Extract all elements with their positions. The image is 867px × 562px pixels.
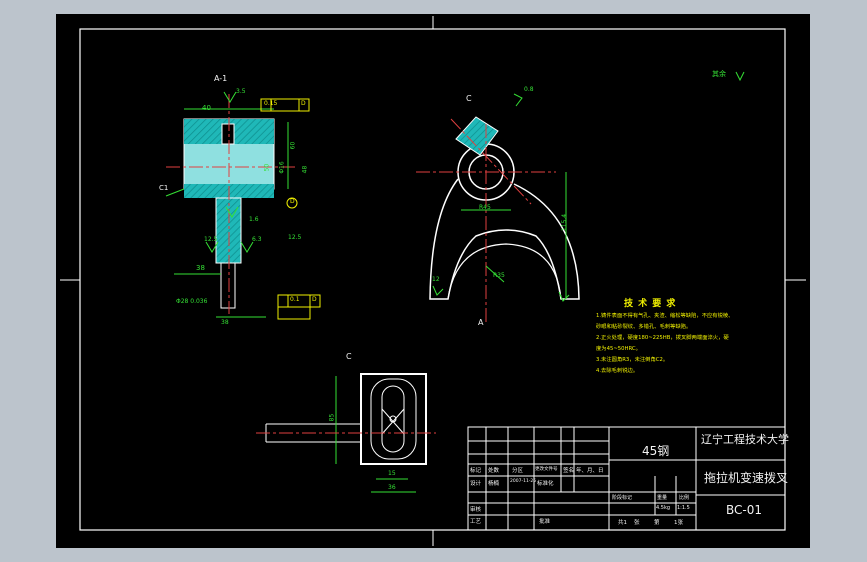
section-view-a1 (165, 91, 321, 320)
rough-6-3-left: 6.3 (252, 236, 262, 243)
finish-mark-right (240, 241, 254, 253)
finish-0-8: 0.8 (524, 86, 534, 93)
fcf-bottom-datum: D (312, 296, 317, 303)
view-c-slot-inner (381, 385, 405, 453)
dim-r35: R35 (493, 272, 505, 279)
sheet-unit: 张 (634, 520, 640, 526)
school-name: 辽宁工程技术大学 (701, 433, 789, 446)
rev-header-3: 分区 (512, 468, 524, 474)
review-label: 审核 (470, 507, 482, 513)
dim-48: 48 (301, 165, 309, 174)
dim-shaft: Φ28 0.036 (176, 298, 208, 305)
rev-header-1: 标记 (470, 468, 482, 474)
keyway-slot (221, 123, 235, 145)
fork-view (416, 71, 745, 324)
stage-mark-label: 阶段标记 (612, 495, 633, 501)
rough-12-5-left: 12.5 (204, 236, 218, 243)
material: 45钢 (642, 444, 670, 458)
dim-60: 60 (289, 141, 297, 150)
weight-value: 4.5kg (656, 505, 671, 511)
fork-boss-hatch (455, 116, 499, 156)
design-date: 2007-11-25 (510, 479, 537, 484)
finish-note: 其余 (712, 70, 726, 78)
rev-header-2: 处数 (488, 468, 500, 474)
part-name: 拖拉机变速拨叉 (704, 471, 789, 485)
finish-mark-top (223, 91, 237, 103)
tech-requirements: 技 术 要 求 1.铸件表面不得有气孔、夹渣、缩松等缺陷，不应有锐棱、 砂眼和粘… (596, 296, 733, 375)
tech-req-item-4: 度为45~50HRC。 (596, 346, 641, 352)
approve-label: 批准 (539, 519, 551, 525)
datum-d: D (290, 198, 295, 205)
fcf-bottom-value: 0.1 (290, 296, 300, 303)
tech-req-item-2: 砂眼和粘砂裂纹、多错孔、毛刺等缺陷。 (596, 324, 692, 330)
finish-1-6: 1.6 (249, 216, 259, 223)
tech-req-item-1: 1.铸件表面不得有气孔、夹渣、缩松等缺陷，不应有锐棱、 (596, 313, 734, 319)
dim-e16: Φ16 (278, 161, 286, 174)
tech-req-item-3: 2.正火处理，硬度180~225HB，拨叉脚两端面淬火，硬 (596, 335, 729, 341)
tech-req-title: 技 术 要 求 (624, 299, 677, 309)
fcf-top-value: 0.15 (264, 100, 278, 107)
dim-50: 50 (263, 163, 271, 172)
sheet-total: 共1 (618, 520, 627, 526)
sheet-no: 1张 (674, 520, 683, 526)
view-a: A (478, 318, 484, 327)
finish-note-symbol (735, 71, 745, 82)
rev-header-6: 年、月、日 (576, 468, 604, 474)
sheet-no-label: 第 (654, 520, 660, 526)
drawing-sheet: A-1 40 3.5 0.15 D 60 Φ16 C1 48 50 1.6 D … (56, 14, 810, 548)
rough-12-5-right: 12.5 (288, 234, 302, 241)
dim-115: 115.4 (561, 213, 569, 232)
bottom-view-c (256, 373, 436, 493)
standardization-label: 标准化 (537, 481, 554, 487)
dim-38: 38 (196, 264, 205, 272)
dim-15: 15 (388, 470, 396, 477)
finish-3-5: 3.5 (236, 88, 246, 95)
shaft (220, 262, 236, 309)
fcf-bottom-2 (277, 306, 311, 320)
tech-req-item-6: 4.去除毛刺锐边。 (596, 368, 639, 374)
dim-12: 12 (432, 276, 440, 283)
view-c-top: C (466, 94, 472, 103)
process-label: 工艺 (470, 519, 482, 525)
fork-finish-top (513, 93, 523, 107)
designer: 杨楠 (488, 481, 500, 487)
view-c-bottom: C (346, 352, 352, 361)
fcf-top-datum: D (301, 100, 306, 107)
chamfer-c1: C1 (159, 184, 169, 192)
rev-header-5: 签名 (563, 468, 575, 474)
fork-finish-left (432, 285, 444, 296)
view-c-slot-outer (370, 378, 417, 460)
tech-req-item-5: 3.未注圆角R3，未注倒角C2。 (596, 357, 669, 363)
dim-85: 85 (328, 413, 336, 422)
dim-bottom: 38 (221, 319, 229, 326)
scale-label: 比例 (679, 495, 690, 501)
leader-c1 (165, 188, 185, 197)
rev-header-4: 更改文件号 (535, 467, 558, 472)
weight-label: 重量 (657, 495, 668, 501)
design-label: 设计 (470, 481, 482, 487)
scale-value: 1:1.5 (677, 505, 690, 511)
dim-40: 40 (202, 104, 211, 112)
dim-r45: R45 (479, 204, 491, 211)
section-label: A-1 (214, 74, 228, 83)
drawing-number: BC-01 (726, 503, 762, 517)
dim-36: 36 (388, 484, 396, 491)
